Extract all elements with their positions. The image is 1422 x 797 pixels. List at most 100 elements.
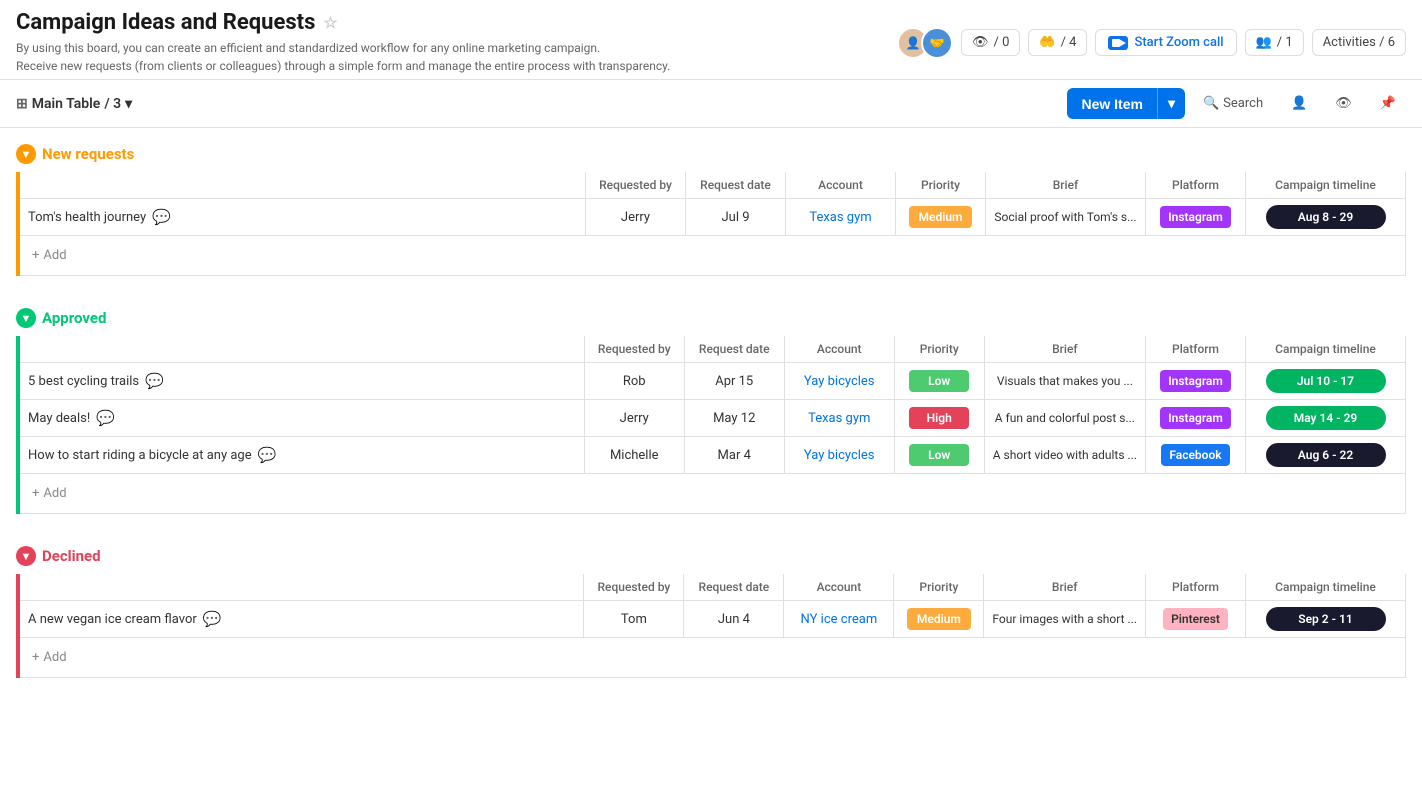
cell-platform[interactable]: Pinterest <box>1146 601 1246 638</box>
cell-timeline[interactable]: Sep 2 - 11 <box>1246 601 1406 638</box>
cell-timeline[interactable]: Aug 6 - 22 <box>1246 437 1406 474</box>
new-item-label[interactable]: New Item <box>1067 89 1156 119</box>
cell-requested-by: Michelle <box>584 437 684 474</box>
table-row: May deals! 💬 Jerry May 12 Texas gym High… <box>20 400 1406 437</box>
users-icon: 👥 <box>1256 35 1272 50</box>
col-header-request-date: Request date <box>684 574 784 601</box>
cell-name[interactable]: A new vegan ice cream flavor 💬 <box>20 601 584 638</box>
star-icon[interactable]: ☆ <box>323 13 337 32</box>
content: ▼ New requests Requested by Request date… <box>0 128 1422 726</box>
activities-btn[interactable]: Activities / 6 <box>1312 29 1406 56</box>
cell-request-date: Apr 15 <box>684 363 784 400</box>
col-header-priority: Priority <box>894 574 984 601</box>
group-table-wrap-new-requests: Requested by Request date Account Priori… <box>16 172 1406 276</box>
add-cell[interactable]: + Add <box>20 236 1406 276</box>
zoom-button[interactable]: Start Zoom call <box>1095 29 1236 56</box>
eye-icon-btn[interactable]: 👁 <box>1325 90 1362 117</box>
group-header-new-requests: ▼ New requests <box>16 144 1406 164</box>
add-label[interactable]: Add <box>43 650 66 665</box>
new-item-arrow-icon[interactable]: ▾ <box>1157 88 1185 119</box>
add-row[interactable]: + Add <box>20 236 1406 276</box>
pin-icon-btn[interactable]: 📌 <box>1370 90 1406 117</box>
col-header-account: Account <box>784 574 894 601</box>
cell-account[interactable]: NY ice cream <box>784 601 894 638</box>
group-toggle-declined[interactable]: ▼ <box>16 546 36 566</box>
col-header-name <box>20 172 586 199</box>
cell-priority[interactable]: Medium <box>896 199 986 236</box>
col-header-timeline: Campaign timeline <box>1246 574 1406 601</box>
chat-icon[interactable]: 💬 <box>203 610 222 628</box>
col-header-account: Account <box>786 172 896 199</box>
chat-icon[interactable]: 💬 <box>96 409 115 427</box>
group-table-wrap-declined: Requested by Request date Account Priori… <box>16 574 1406 678</box>
avatar-group[interactable]: 👤 🤝 <box>897 27 953 59</box>
group-toggle-approved[interactable]: ▼ <box>16 308 36 328</box>
col-header-requested-by: Requested by <box>586 172 686 199</box>
cell-account[interactable]: Texas gym <box>786 199 896 236</box>
table-header-row: Requested by Request date Account Priori… <box>20 172 1406 199</box>
cell-timeline[interactable]: May 14 - 29 <box>1246 400 1406 437</box>
col-header-request-date: Request date <box>686 172 786 199</box>
add-row[interactable]: + Add <box>20 638 1406 678</box>
col-header-request-date: Request date <box>684 336 784 363</box>
cell-name[interactable]: May deals! 💬 <box>20 400 584 437</box>
invite-count: / 4 <box>1061 35 1077 50</box>
add-icon: + <box>32 650 39 665</box>
zoom-icon <box>1108 36 1128 50</box>
chevron-down-icon[interactable]: ▾ <box>125 96 132 112</box>
cell-brief: A fun and colorful post s... <box>984 400 1145 437</box>
eyeball-count: / 0 <box>993 35 1009 50</box>
col-header-name <box>20 336 584 363</box>
cell-priority[interactable]: Low <box>894 363 984 400</box>
add-cell[interactable]: + Add <box>20 474 1406 514</box>
cell-platform[interactable]: Facebook <box>1146 437 1246 474</box>
group-declined: ▼ Declined Requested by Request date Acc… <box>16 546 1406 678</box>
add-label[interactable]: Add <box>43 486 66 501</box>
table-approved: Requested by Request date Account Priori… <box>20 336 1406 514</box>
cell-priority[interactable]: High <box>894 400 984 437</box>
page-title-text: Campaign Ideas and Requests <box>16 10 315 35</box>
col-header-account: Account <box>784 336 894 363</box>
invite-btn[interactable]: 🤲 / 4 <box>1028 29 1087 56</box>
cell-account[interactable]: Texas gym <box>784 400 894 437</box>
cell-account[interactable]: Yay bicycles <box>784 437 894 474</box>
cell-priority[interactable]: Low <box>894 437 984 474</box>
cell-timeline[interactable]: Jul 10 - 17 <box>1246 363 1406 400</box>
cell-platform[interactable]: Instagram <box>1146 199 1246 236</box>
cell-account[interactable]: Yay bicycles <box>784 363 894 400</box>
item-name-text: Tom's health journey <box>28 210 146 225</box>
search-button[interactable]: 🔍 Search <box>1193 90 1273 117</box>
col-header-name <box>20 574 584 601</box>
cell-name[interactable]: Tom's health journey 💬 <box>20 199 586 236</box>
eyeball-btn[interactable]: 👁 / 0 <box>961 29 1020 56</box>
users-btn[interactable]: 👥 / 1 <box>1245 29 1304 56</box>
add-cell[interactable]: + Add <box>20 638 1406 678</box>
add-row[interactable]: + Add <box>20 474 1406 514</box>
col-header-priority: Priority <box>896 172 986 199</box>
group-header-declined: ▼ Declined <box>16 546 1406 566</box>
cell-platform[interactable]: Instagram <box>1146 400 1246 437</box>
group-toggle-new-requests[interactable]: ▼ <box>16 144 36 164</box>
add-icon: + <box>32 248 39 263</box>
chat-icon[interactable]: 💬 <box>145 372 164 390</box>
chat-icon[interactable]: 💬 <box>258 446 277 464</box>
chat-icon[interactable]: 💬 <box>152 208 171 226</box>
col-header-requested-by: Requested by <box>584 574 684 601</box>
table-nav[interactable]: ⊞ Main Table / 3 ▾ <box>16 96 132 112</box>
toolbar: ⊞ Main Table / 3 ▾ New Item ▾ 🔍 Search 👤… <box>0 80 1422 128</box>
cell-platform[interactable]: Instagram <box>1146 363 1246 400</box>
col-header-platform: Platform <box>1146 336 1246 363</box>
table-header-row: Requested by Request date Account Priori… <box>20 336 1406 363</box>
col-header-brief: Brief <box>984 336 1145 363</box>
add-label[interactable]: Add <box>43 248 66 263</box>
cell-name[interactable]: How to start riding a bicycle at any age… <box>20 437 584 474</box>
user-icon-btn[interactable]: 👤 <box>1281 90 1317 117</box>
cell-request-date: May 12 <box>684 400 784 437</box>
cell-priority[interactable]: Medium <box>894 601 984 638</box>
users-count: / 1 <box>1277 35 1293 50</box>
cell-timeline[interactable]: Aug 8 - 29 <box>1246 199 1406 236</box>
new-item-button[interactable]: New Item ▾ <box>1067 88 1185 119</box>
zoom-label: Start Zoom call <box>1134 35 1223 50</box>
cell-name[interactable]: 5 best cycling trails 💬 <box>20 363 584 400</box>
table-row: Tom's health journey 💬 Jerry Jul 9 Texas… <box>20 199 1406 236</box>
